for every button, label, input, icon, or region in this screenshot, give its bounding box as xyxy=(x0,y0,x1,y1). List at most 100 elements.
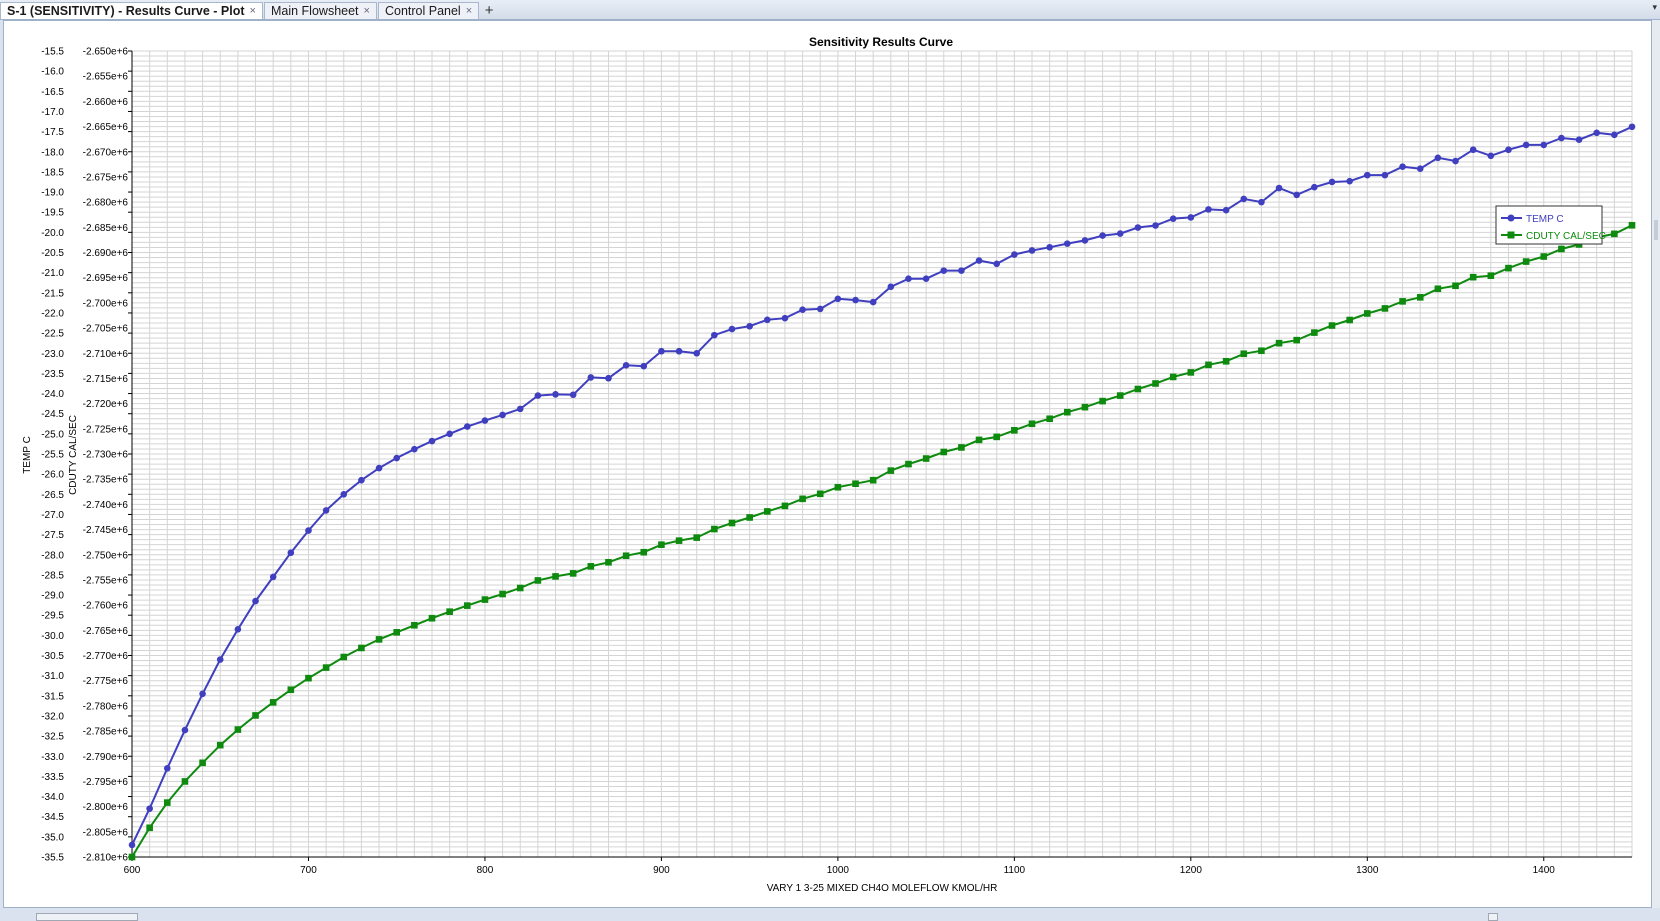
data-point-temp xyxy=(1081,237,1089,244)
data-point-temp xyxy=(146,805,153,812)
data-point-temp xyxy=(375,464,383,472)
data-point-cduty xyxy=(711,525,718,533)
tab-main-flowsheet[interactable]: Main Flowsheet × xyxy=(263,2,377,19)
y-tick-label-right: -2.705e+6 xyxy=(83,324,129,335)
data-point-temp xyxy=(534,392,542,399)
y-tick-label-right: -2.700e+6 xyxy=(83,298,129,309)
x-tick-label: 1300 xyxy=(1356,865,1379,876)
y-tick-label-left: -22.5 xyxy=(41,329,64,340)
y-tick-label-right: -2.670e+6 xyxy=(83,147,129,158)
chevron-down-icon[interactable]: ▾ xyxy=(1652,2,1657,13)
y-tick-label-right: -2.675e+6 xyxy=(83,172,129,183)
data-point-cduty xyxy=(569,570,577,577)
data-point-cduty xyxy=(1558,245,1565,253)
data-point-temp xyxy=(975,257,983,264)
y-tick-label-right: -2.760e+6 xyxy=(83,601,129,612)
data-point-temp xyxy=(693,349,701,357)
vertical-scrollbar[interactable] xyxy=(1652,20,1660,908)
data-point-temp xyxy=(1046,243,1053,251)
data-point-cduty xyxy=(1222,358,1230,365)
scrollbar-thumb[interactable] xyxy=(1654,220,1658,240)
data-point-cduty xyxy=(1081,403,1089,411)
data-point-temp xyxy=(481,417,489,424)
y-tick-label-left: -21.5 xyxy=(41,288,64,299)
data-point-temp xyxy=(1134,224,1142,231)
y-tick-label-left: -16.5 xyxy=(41,87,64,98)
legend-label-temp: TEMP C xyxy=(1526,214,1564,225)
legend-label-cduty: CDUTY CAL/SEC xyxy=(1526,231,1606,242)
sensitivity-chart[interactable]: -15.5 -16.0 -16.5 -17.0 -17.5 -18.0 -18.5 -19.0… xyxy=(4,21,1651,907)
data-point-temp xyxy=(128,841,136,849)
data-point-cduty xyxy=(1381,305,1389,312)
data-point-cduty xyxy=(728,519,736,527)
data-point-cduty xyxy=(799,495,806,503)
data-point-temp xyxy=(587,374,595,381)
y-tick-label-right: -2.810e+6 xyxy=(83,853,129,864)
close-icon[interactable]: × xyxy=(364,5,370,17)
data-point-cduty xyxy=(1099,397,1106,405)
data-point-temp xyxy=(1575,136,1583,143)
data-point-temp xyxy=(340,491,348,498)
plot-area[interactable]: -15.5 -16.0 -16.5 -17.0 -17.5 -18.0 -18.5 -19.0… xyxy=(3,20,1652,908)
data-point-temp xyxy=(1593,129,1601,137)
y-tick-label-left: -30.5 xyxy=(41,651,64,662)
close-icon[interactable]: × xyxy=(250,5,256,17)
y-tick-label-left: -31.5 xyxy=(41,691,64,702)
horizontal-scrollbar[interactable] xyxy=(0,908,1660,921)
data-point-temp xyxy=(1611,131,1618,139)
y-tick-label-left: -32.0 xyxy=(41,711,64,722)
y-tick-label-right: -2.780e+6 xyxy=(83,701,129,712)
y-tick-label-left: -15.5 xyxy=(41,47,64,58)
data-point-temp xyxy=(163,765,171,772)
data-point-cduty xyxy=(940,448,948,456)
close-icon[interactable]: × xyxy=(466,5,472,17)
data-point-temp xyxy=(428,437,436,445)
data-point-temp xyxy=(763,316,771,324)
data-point-temp xyxy=(446,430,453,438)
data-point-cduty xyxy=(1487,272,1495,279)
y-tick-label-right: -2.735e+6 xyxy=(83,475,129,486)
y-tick-label-right: -2.725e+6 xyxy=(83,424,129,435)
y-tick-label-right: -2.715e+6 xyxy=(83,374,129,385)
data-point-cduty xyxy=(1258,347,1265,355)
data-point-temp xyxy=(1311,183,1318,191)
tab-results-curve-plot[interactable]: S-1 (SENSITIVITY) - Results Curve - Plot… xyxy=(0,2,263,19)
data-point-temp xyxy=(781,314,789,322)
y-tick-label-left: -24.0 xyxy=(41,389,64,400)
y-tick-label-left: -33.0 xyxy=(41,752,64,763)
add-tab-icon[interactable]: + xyxy=(480,2,498,19)
data-point-cduty xyxy=(481,596,489,603)
data-point-cduty xyxy=(763,508,771,515)
data-point-cduty xyxy=(993,433,1001,441)
data-point-temp xyxy=(199,690,206,698)
y-tick-label-left: -31.0 xyxy=(41,671,64,682)
data-point-temp xyxy=(234,626,242,633)
x-tick-label: 1000 xyxy=(827,865,850,876)
data-point-cduty xyxy=(1469,273,1477,281)
y-tick-label-left: -16.0 xyxy=(41,67,64,78)
data-point-cduty xyxy=(552,573,559,580)
y-tick-label-right: -2.695e+6 xyxy=(83,273,129,284)
data-point-temp xyxy=(393,454,401,462)
y-tick-label-right: -2.750e+6 xyxy=(83,550,129,561)
data-point-cduty xyxy=(1363,310,1371,317)
data-point-cduty xyxy=(1628,221,1636,229)
y-tick-label-left: -22.0 xyxy=(41,308,64,319)
data-point-temp xyxy=(887,283,895,291)
y-tick-label-left: -19.0 xyxy=(41,188,64,199)
x-tick-label: 600 xyxy=(124,865,141,876)
tab-control-panel[interactable]: Control Panel × xyxy=(377,2,480,19)
data-point-temp xyxy=(1487,152,1495,160)
y-tick-label-left: -30.0 xyxy=(41,631,64,642)
x-axis-label: VARY 1 3-25 MIXED CH4O MOLEFLOW KMOL/HR xyxy=(767,883,998,894)
data-point-temp xyxy=(287,549,295,557)
y-tick-label-left: -20.0 xyxy=(41,228,64,239)
data-point-cduty xyxy=(463,602,471,609)
data-point-temp xyxy=(1258,198,1265,206)
y-tick-label-left: -24.5 xyxy=(41,409,64,420)
data-point-cduty xyxy=(1293,336,1301,344)
y-tick-label-right: -2.650e+6 xyxy=(83,47,129,58)
y-tick-label-right: -2.680e+6 xyxy=(83,198,129,209)
data-point-temp xyxy=(305,527,312,534)
tab-label: S-1 (SENSITIVITY) - Results Curve - Plot xyxy=(7,4,245,18)
